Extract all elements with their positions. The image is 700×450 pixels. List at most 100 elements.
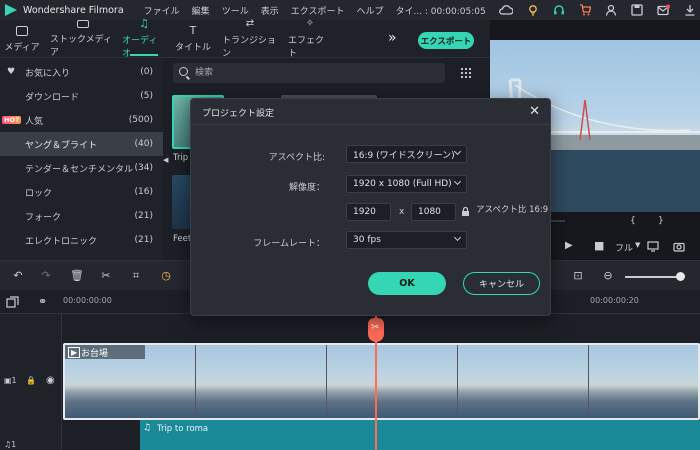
speed-icon[interactable]: ◷ <box>160 270 172 282</box>
cancel-button[interactable]: キャンセル <box>463 272 540 295</box>
zoom-out-icon[interactable]: ⊖ <box>602 270 614 282</box>
effects-icon: ✧ <box>305 18 315 29</box>
grid-view-icon[interactable] <box>460 67 471 78</box>
bracket-in-icon[interactable]: { <box>630 216 636 226</box>
search-icon <box>179 67 188 76</box>
split-icon[interactable]: ✂ <box>100 270 112 282</box>
sidebar-item-count: (21) <box>134 211 153 221</box>
menu-export[interactable]: エクスポート <box>291 4 345 17</box>
tab-audio[interactable]: ♫ オーディオ <box>122 17 166 59</box>
delete-icon[interactable]: 🗑 <box>70 270 84 282</box>
text-t-icon: T <box>189 23 197 37</box>
headset-icon[interactable] <box>553 4 565 16</box>
frame-rate-select[interactable]: 30 fps <box>346 231 467 249</box>
ok-button[interactable]: OK <box>368 272 446 295</box>
sidebar-item-popular[interactable]: HOT 人気 (500) <box>0 108 163 132</box>
mail-icon[interactable] <box>657 4 670 16</box>
close-icon[interactable]: ✕ <box>529 104 540 119</box>
clip-frame <box>458 345 589 418</box>
lock-icon[interactable] <box>461 206 470 217</box>
zoom-slider[interactable] <box>625 276 683 278</box>
menu-help[interactable]: ヘルプ <box>356 4 383 17</box>
tab-effects[interactable]: ✧ エフェクト <box>288 18 332 60</box>
video-clip-label: お台場 <box>81 349 109 359</box>
video-track-icon[interactable]: ▣1 <box>4 376 17 385</box>
resolution-select[interactable]: 1920 x 1080 (Full HD) <box>346 175 467 193</box>
audio-track-icon[interactable]: ♫1 <box>4 440 16 449</box>
download-icon[interactable] <box>684 4 696 16</box>
audio-clip[interactable]: ♫ Trip to roma <box>140 420 700 450</box>
sidebar-item-tender[interactable]: テンダー＆センチメンタル (34) <box>0 156 163 180</box>
aspect-ratio-value: 16:9 (ワイドスクリーン) <box>353 150 455 161</box>
link-icon[interactable]: ⚭ <box>38 295 47 308</box>
collapse-arrow-icon[interactable]: ◀ <box>163 156 168 164</box>
eye-icon[interactable]: ◉ <box>46 375 55 386</box>
audio-category-sidebar: ♥ お気に入り (0) ダウンロード (5) HOT 人気 (500) ヤング＆… <box>0 59 163 260</box>
tab-stock-media-label: ストックメディア <box>50 35 113 58</box>
display-icon[interactable] <box>647 241 659 252</box>
tab-media[interactable]: メディア <box>0 20 44 58</box>
aspect-ratio-select[interactable]: 16:9 (ワイドスクリーン) <box>346 145 467 163</box>
fit-timeline-icon[interactable]: ⊡ <box>572 270 584 282</box>
image-icon <box>77 20 89 28</box>
bracket-out-icon[interactable]: } <box>658 216 664 226</box>
sidebar-item-count: (5) <box>140 91 153 101</box>
crop-icon[interactable]: ⌗ <box>130 270 142 282</box>
cloud-icon[interactable] <box>499 4 513 16</box>
save-icon[interactable] <box>631 4 643 16</box>
stop-icon[interactable]: ■ <box>594 239 604 252</box>
cart-icon[interactable] <box>579 4 591 16</box>
chevron-down-icon <box>453 177 462 186</box>
lock-icon[interactable]: 🔒 <box>26 376 36 385</box>
menu-view[interactable]: 表示 <box>261 4 279 17</box>
track-headers: ▣1 🔒 ◉ ♫1 <box>0 314 62 450</box>
snapshot-icon[interactable] <box>673 241 685 252</box>
tab-titles-label: タイトル <box>174 42 211 53</box>
sidebar-item-label: 人気 <box>25 116 44 127</box>
sidebar-item-label: ヤング＆ブライト <box>25 140 98 151</box>
height-input[interactable]: 1080 <box>411 203 456 221</box>
video-clip[interactable]: ▶ お台場 <box>63 343 700 420</box>
tab-titles[interactable]: T タイトル <box>172 20 214 58</box>
dialog-header: プロジェクト設定 ✕ <box>191 99 550 125</box>
more-tabs-icon[interactable]: » <box>388 30 397 46</box>
export-button[interactable]: エクスポート <box>418 32 474 49</box>
tab-media-label: メディア <box>4 42 40 53</box>
clip-frame <box>589 345 698 418</box>
sidebar-item-count: (34) <box>134 163 153 173</box>
scissors-icon[interactable]: ✂ <box>371 322 379 333</box>
menu-file[interactable]: ファイル <box>144 4 180 17</box>
search-input[interactable] <box>195 66 435 80</box>
sidebar-item-rock[interactable]: ロック (16) <box>0 180 163 204</box>
width-input[interactable]: 1920 <box>346 203 391 221</box>
playhead-handle[interactable]: ✂ <box>368 318 384 342</box>
sidebar-item-count: (21) <box>134 235 153 245</box>
quality-select[interactable]: フル <box>615 241 633 254</box>
music-note-icon: ♫ <box>139 17 149 30</box>
add-track-icon[interactable] <box>6 296 19 309</box>
lightbulb-icon[interactable] <box>527 4 539 16</box>
play-icon[interactable]: ▶ <box>565 240 573 251</box>
sidebar-item-count: (500) <box>128 115 153 125</box>
tab-stock-media[interactable]: ストックメディア <box>50 20 116 58</box>
sidebar-item-favorites[interactable]: ♥ お気に入り (0) <box>0 60 163 84</box>
chevron-down-icon[interactable]: ▼ <box>635 241 640 249</box>
sidebar-item-young-bright[interactable]: ヤング＆ブライト (40) <box>0 132 163 156</box>
zoom-slider-handle[interactable] <box>676 272 685 281</box>
tab-effects-label: エフェクト <box>288 36 325 59</box>
menu-tools[interactable]: ツール <box>222 4 249 17</box>
chevron-down-icon <box>453 147 462 156</box>
sidebar-item-electronic[interactable]: エレクトロニック (21) <box>0 228 163 252</box>
sidebar-item-folk[interactable]: フォーク (21) <box>0 204 163 228</box>
menu-edit[interactable]: 編集 <box>192 4 210 17</box>
undo-icon[interactable]: ↶ <box>12 270 24 282</box>
tab-transitions[interactable]: ⇄ トランジション <box>222 19 278 60</box>
account-icon[interactable] <box>605 4 617 16</box>
sidebar-item-downloads[interactable]: ダウンロード (5) <box>0 84 163 108</box>
redo-icon[interactable]: ↷ <box>40 270 52 282</box>
audio-title: Feet <box>173 234 192 244</box>
timecode-start: 00:00:00:00 <box>63 296 112 305</box>
clip-frame <box>196 345 327 418</box>
menu-bar: ファイル 編集 ツール 表示 エクスポート ヘルプ タイ... : 00:00:… <box>144 4 486 17</box>
frame-rate-value: 30 fps <box>353 235 381 245</box>
